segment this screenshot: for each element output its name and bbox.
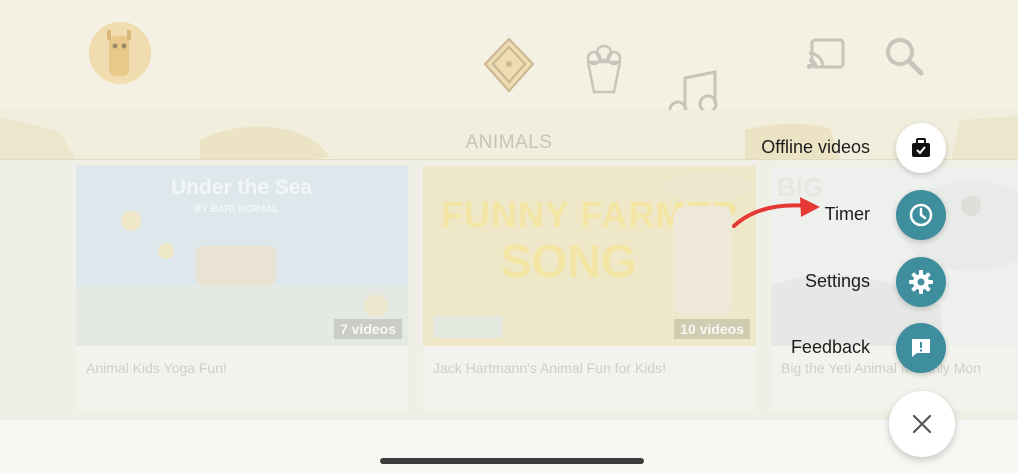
feedback-icon: [912, 339, 930, 357]
briefcase-icon: [912, 138, 930, 157]
profile-avatar[interactable]: [89, 22, 151, 84]
playlist-card[interactable]: Under the Sea BY BARI KOR4AL 7 videos An…: [76, 166, 408, 411]
kids-home-icon[interactable]: [482, 36, 536, 94]
timer-button[interactable]: [896, 190, 946, 240]
settings-label: Settings: [804, 271, 870, 291]
feedback-button[interactable]: [896, 323, 946, 373]
top-bar: [0, 0, 1018, 120]
menu-item-feedback[interactable]: Feedback: [686, 323, 946, 373]
settings-button[interactable]: [896, 257, 946, 307]
close-menu-button[interactable]: [889, 391, 955, 457]
offline-videos-label: Offline videos: [761, 137, 870, 157]
cast-icon[interactable]: [806, 37, 846, 71]
app-root: ANIMALS Under the Sea BY BARI KOR4AL 7 v…: [0, 0, 1018, 474]
card-title: Animal Kids Yoga Fun!: [86, 360, 227, 376]
clock-icon: [909, 203, 933, 227]
timer-label: Timer: [824, 204, 870, 224]
offline-videos-button[interactable]: [896, 123, 946, 173]
gear-icon: [909, 270, 933, 294]
close-icon: [912, 414, 932, 434]
search-icon[interactable]: [884, 36, 924, 76]
giraffe-avatar-icon: [89, 22, 151, 84]
menu-item-settings[interactable]: Settings: [686, 257, 946, 307]
home-indicator[interactable]: [380, 458, 644, 464]
card-title: Jack Hartmann's Animal Fun for Kids!: [433, 360, 666, 376]
feedback-label: Feedback: [790, 337, 870, 357]
video-count-badge: 7 videos: [333, 319, 402, 339]
menu-item-offline-videos[interactable]: Offline videos: [686, 123, 946, 173]
popcorn-icon[interactable]: [580, 44, 628, 96]
menu-item-timer[interactable]: Timer: [686, 190, 946, 240]
